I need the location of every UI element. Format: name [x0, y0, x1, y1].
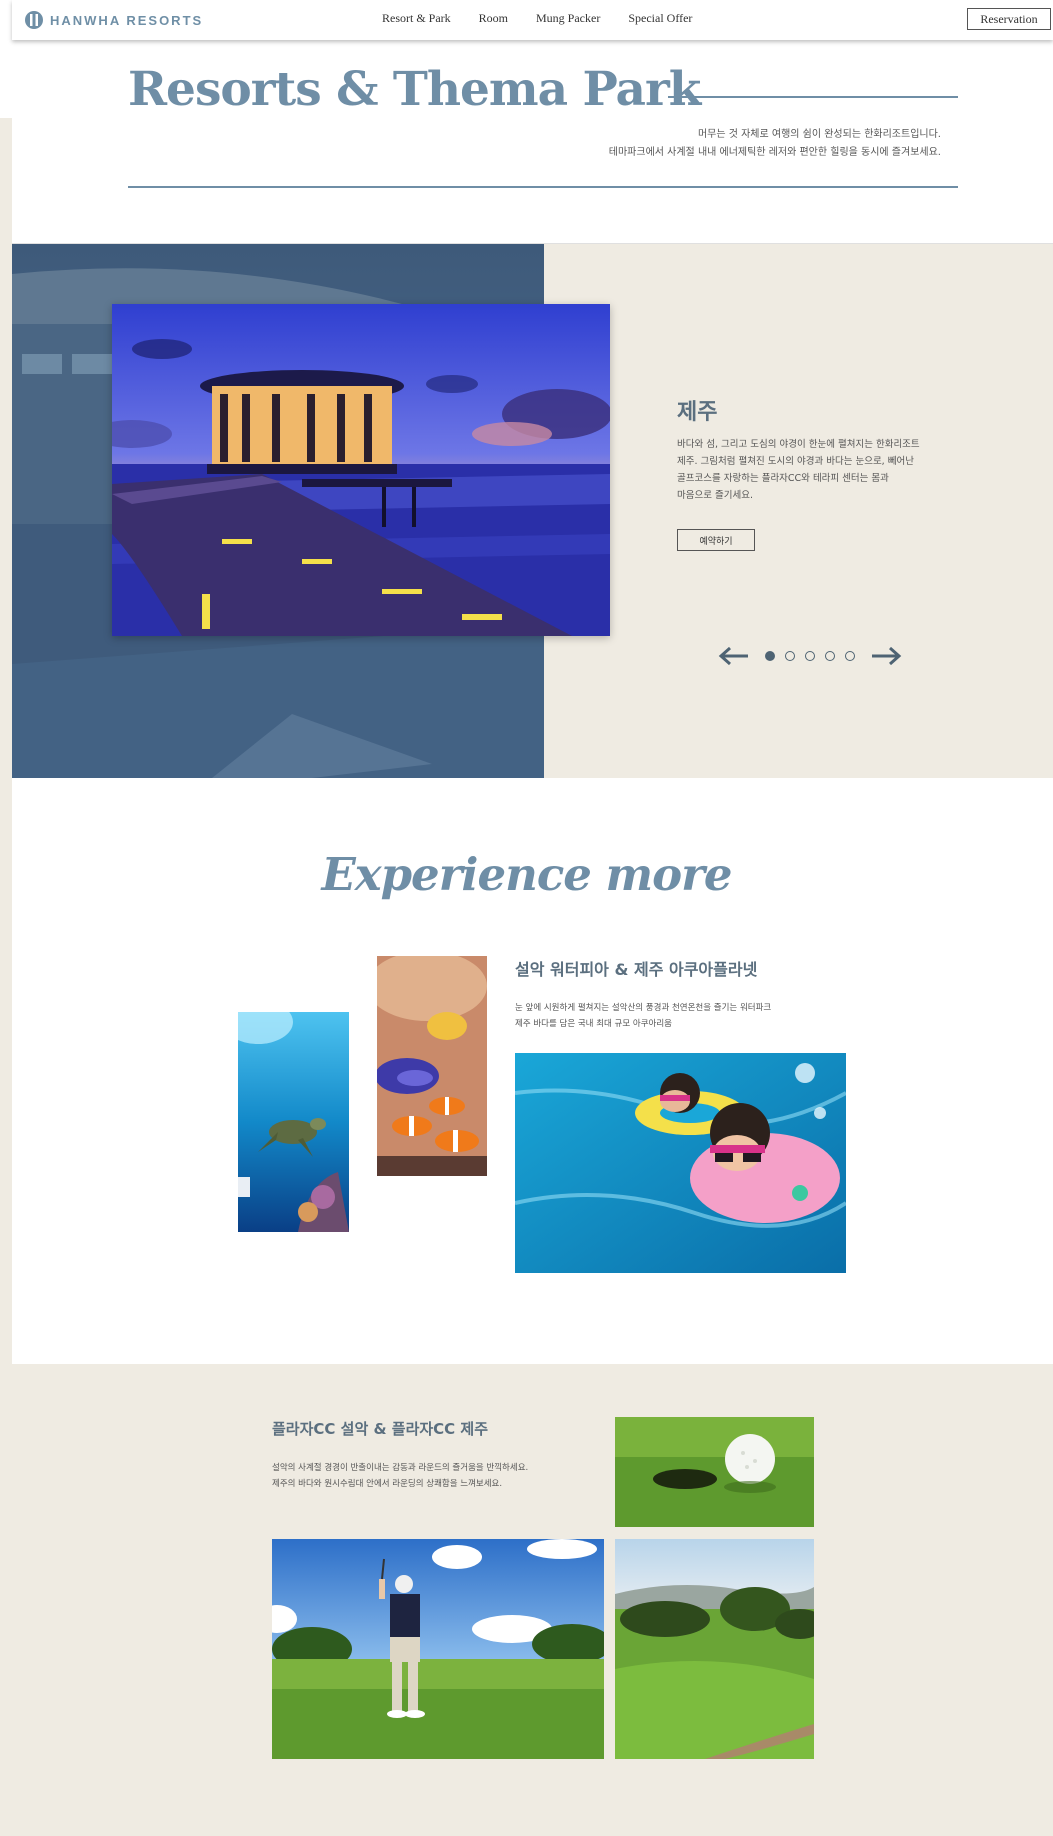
experience-description: 눈 앞에 시원하게 펼쳐지는 설악산의 풍경과 천연온천을 즐기는 워터파크 제…: [515, 1000, 855, 1032]
slider-dot[interactable]: [825, 651, 835, 661]
nav-special-offer[interactable]: Special Offer: [628, 11, 692, 26]
golf-course-image: [615, 1539, 814, 1759]
slider-dot[interactable]: [845, 651, 855, 661]
nav-resort-park[interactable]: Resort & Park: [382, 11, 451, 26]
logo[interactable]: HANWHA RESORTS: [24, 9, 203, 31]
experience-desc-line: 제주 바다를 담은 국내 최대 규모 아쿠아리움: [515, 1019, 672, 1029]
logo-text: HANWHA RESORTS: [50, 12, 204, 28]
golf-description: 설악의 사계절 경경이 반출이내는 감동과 라운드의 즐거움을 반끽하세요. 제…: [272, 1460, 612, 1492]
hero-divider-top: [668, 96, 958, 98]
golf-ball-image: [615, 1417, 814, 1527]
golf-desc-line: 제주의 바다와 원시수림대 안에서 라운딩의 상쾌함을 느껴보세요.: [272, 1479, 503, 1489]
slide-desc-line: 바다와 섬, 그리고 도심의 야경이 한눈에 펼쳐지는 한화리조트: [677, 439, 920, 450]
experience-heading: 설악 워터피아 & 제주 아쿠아플라넷: [515, 960, 758, 979]
slider-dot[interactable]: [805, 651, 815, 661]
slide-desc-line: 마음으로 즐기세요.: [677, 490, 753, 501]
sea-turtle-image: [238, 1012, 349, 1232]
book-button[interactable]: 예약하기: [677, 529, 755, 551]
site-header: HANWHA RESORTS Resort & Park Room Mung P…: [12, 0, 1053, 40]
hero-divider-bottom: [128, 186, 958, 188]
reservation-button[interactable]: Reservation: [967, 8, 1051, 30]
hanwha-logo-icon: [25, 11, 43, 29]
slide-title: 제주: [677, 400, 718, 425]
experience-desc-line: 눈 앞에 시원하게 펼쳐지는 설악산의 풍경과 천연온천을 즐기는 워터파크: [515, 1003, 772, 1013]
left-decor-strip: [0, 118, 12, 1836]
nav-room[interactable]: Room: [479, 11, 508, 26]
water-park-image: [515, 1053, 846, 1273]
resort-slider: 제주 바다와 섬, 그리고 도심의 야경이 한눈에 펼쳐지는 한화리조트 제주.…: [12, 244, 1053, 778]
arrow-left-icon[interactable]: [718, 646, 750, 666]
hero-title: Resorts & Thema Park: [128, 62, 701, 117]
slider-dot[interactable]: [785, 651, 795, 661]
slide-desc-line: 제주. 그림처럼 펼쳐진 도시의 야경과 바다는 눈으로, 뻬어난: [677, 456, 914, 467]
arrow-right-icon[interactable]: [870, 646, 902, 666]
experience-title: Experience more: [321, 848, 732, 901]
hero-desc-line: 머무는 것 자체로 여행의 쉼이 완성되는 한화리조트입니다.: [697, 129, 941, 140]
slide-desc-line: 골프코스를 자랑하는 플라자CC와 테라피 센터는 몸과: [677, 473, 889, 484]
golf-section: 플라자CC 설악 & 플라자CC 제주 설악의 사계절 경경이 반출이내는 감동…: [12, 1364, 1053, 1836]
hero-desc-line: 테마파크에서 사계절 내내 에너제틱한 레저와 편안한 힐링을 동시에 즐겨보세…: [608, 147, 941, 158]
golfer-swing-image: [272, 1539, 604, 1759]
clownfish-image: [377, 956, 487, 1176]
jeju-resort-image: [112, 304, 610, 636]
nav-mung-packer[interactable]: Mung Packer: [536, 11, 600, 26]
hero-description: 머무는 것 자체로 여행의 쉼이 완성되는 한화리조트입니다. 테마파크에서 사…: [541, 126, 941, 162]
slide-description: 바다와 섬, 그리고 도심의 야경이 한눈에 펼쳐지는 한화리조트 제주. 그림…: [677, 436, 957, 504]
slider-dot[interactable]: [765, 651, 775, 661]
slider-controls: [718, 644, 902, 668]
golf-heading: 플라자CC 설악 & 플라자CC 제주: [272, 1420, 489, 1438]
golf-desc-line: 설악의 사계절 경경이 반출이내는 감동과 라운드의 즐거움을 반끽하세요.: [272, 1463, 529, 1473]
slider-dots: [760, 651, 860, 661]
main-nav: Resort & Park Room Mung Packer Special O…: [382, 11, 720, 26]
